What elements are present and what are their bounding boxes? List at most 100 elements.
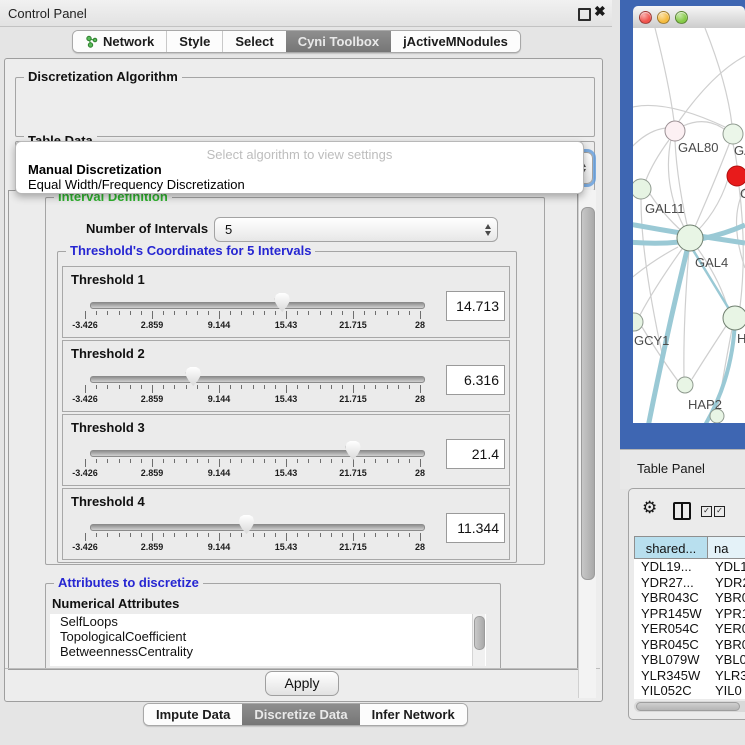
close-icon[interactable]: ✖ xyxy=(594,3,606,20)
table-cell[interactable]: YER054C xyxy=(634,621,708,637)
network-node[interactable] xyxy=(677,377,693,393)
float-window-icon[interactable] xyxy=(578,8,591,21)
network-node[interactable] xyxy=(723,306,745,330)
checkbox-icon[interactable]: ✓ xyxy=(701,506,712,517)
tick-mark xyxy=(163,533,164,537)
table-cell[interactable]: YLR3 xyxy=(708,668,745,684)
network-node[interactable] xyxy=(633,179,651,199)
table-cell[interactable]: YIL0 xyxy=(708,683,745,699)
tick-mark xyxy=(119,533,120,537)
table-row[interactable]: YER054CYER0 xyxy=(634,621,745,637)
tab-impute-data[interactable]: Impute Data xyxy=(144,704,242,725)
scrollbar-thumb[interactable] xyxy=(581,207,595,580)
network-node[interactable] xyxy=(677,225,703,251)
network-edge[interactable] xyxy=(705,28,732,125)
table-horizontal-scrollbar[interactable] xyxy=(634,701,745,712)
tick-mark xyxy=(208,533,209,537)
slider-track[interactable] xyxy=(90,302,425,309)
network-node[interactable] xyxy=(723,124,743,144)
list-item[interactable]: SelfLoops xyxy=(50,614,486,629)
attributes-scrollbar[interactable] xyxy=(472,614,485,666)
table-row[interactable]: YLR345WYLR3 xyxy=(634,668,745,684)
table-cell[interactable]: YBR0 xyxy=(708,590,745,606)
minimize-light[interactable] xyxy=(657,11,670,24)
table-cell[interactable]: YBR0 xyxy=(708,637,745,653)
table-cell[interactable]: YLR345W xyxy=(634,668,708,684)
table-cell[interactable]: YIL052C xyxy=(634,683,708,699)
network-edge[interactable] xyxy=(683,122,724,129)
table-row[interactable]: YBR045CYBR0 xyxy=(634,637,745,653)
table-cell[interactable]: YDR27... xyxy=(634,575,708,591)
scrollbar-thumb[interactable] xyxy=(636,702,740,711)
network-canvas[interactable]: GAL80GACGAL11GAL4GCY1HHAP2 xyxy=(633,28,745,423)
network-edge[interactable] xyxy=(692,326,726,379)
slider-thumb[interactable] xyxy=(275,293,290,312)
table-row[interactable]: YBR043CYBR0 xyxy=(634,590,745,606)
table-row[interactable]: YPR145WYPR1 xyxy=(634,606,745,622)
apply-button[interactable]: Apply xyxy=(265,671,339,696)
tab-infer-network[interactable]: Infer Network xyxy=(360,704,467,725)
table-cell[interactable]: YPR1 xyxy=(708,606,745,622)
close-light[interactable] xyxy=(639,11,652,24)
table-cell[interactable]: YPR145W xyxy=(634,606,708,622)
table-row[interactable]: YBL079WYBL0 xyxy=(634,652,745,668)
tab-cyni-toolbox[interactable]: Cyni Toolbox xyxy=(286,31,391,52)
tab-discretize-data[interactable]: Discretize Data xyxy=(242,704,359,725)
table-cell[interactable]: YBL0 xyxy=(708,652,745,668)
gear-icon[interactable]: ⚙ xyxy=(642,498,657,518)
network-edge[interactable] xyxy=(646,140,669,180)
menu-item-manual-discretization[interactable]: Manual Discretization xyxy=(28,162,162,177)
threshold-value-field[interactable]: 21.4 xyxy=(446,439,505,469)
scrollbar-thumb[interactable] xyxy=(474,616,485,650)
tab-network[interactable]: Network xyxy=(73,31,166,52)
menu-item-equal-width-frequency[interactable]: Equal Width/Frequency Discretization xyxy=(28,177,245,192)
panel-vertical-scrollbar[interactable] xyxy=(578,190,596,698)
slider-thumb[interactable] xyxy=(239,515,254,534)
list-item[interactable]: TopologicalCoefficient xyxy=(50,629,486,644)
threshold-value-field[interactable]: 6.316 xyxy=(446,365,505,395)
table-cell[interactable]: YBR045C xyxy=(634,637,708,653)
column-header-name[interactable]: na xyxy=(708,536,745,559)
table-row[interactable]: YDL19...YDL1 xyxy=(634,559,745,575)
tab-select[interactable]: Select xyxy=(222,31,285,52)
tick-label: 9.144 xyxy=(197,320,241,330)
list-item[interactable]: BetweennessCentrality xyxy=(50,644,486,659)
network-node[interactable] xyxy=(727,166,745,186)
number-of-intervals-combobox[interactable]: 5 xyxy=(214,217,498,242)
network-node[interactable] xyxy=(633,313,643,331)
tick-mark xyxy=(197,311,198,315)
table-row[interactable]: YDR27...YDR2 xyxy=(634,575,745,591)
network-edge[interactable] xyxy=(633,128,666,150)
tab-jactivemnodules[interactable]: jActiveMNodules xyxy=(391,31,520,52)
tab-style[interactable]: Style xyxy=(166,31,222,52)
network-edge[interactable] xyxy=(679,56,745,121)
column-header-shared[interactable]: shared... xyxy=(634,536,708,559)
slider-track[interactable] xyxy=(90,524,425,531)
network-node[interactable] xyxy=(665,121,685,141)
table-cell[interactable]: YBR043C xyxy=(634,590,708,606)
network-edge[interactable] xyxy=(642,238,690,423)
tick-label: 15.43 xyxy=(264,320,308,330)
tick-mark xyxy=(320,311,321,315)
table-cell[interactable]: YDL1 xyxy=(708,559,745,575)
tick-mark xyxy=(130,533,131,537)
table-row[interactable]: YIL052CYIL0 xyxy=(634,683,745,699)
slider-track[interactable] xyxy=(90,450,425,457)
zoom-light[interactable] xyxy=(675,11,688,24)
columns-icon[interactable] xyxy=(673,502,691,520)
slider-thumb[interactable] xyxy=(346,441,361,460)
slider-thumb[interactable] xyxy=(186,367,201,386)
network-window-titlebar[interactable] xyxy=(633,6,745,29)
numerical-attributes-list[interactable]: SelfLoopsTopologicalCoefficientBetweenne… xyxy=(50,614,486,666)
table-cell[interactable]: YBL079W xyxy=(634,652,708,668)
tick-mark xyxy=(141,385,142,389)
tick-mark xyxy=(96,311,97,315)
table-cell[interactable]: YDL19... xyxy=(634,559,708,575)
table-cell[interactable]: YER0 xyxy=(708,621,745,637)
threshold-value-field[interactable]: 11.344 xyxy=(446,513,505,543)
threshold-value-field[interactable]: 14.713 xyxy=(446,291,505,321)
tick-mark xyxy=(375,385,376,389)
table-cell[interactable]: YDR2 xyxy=(708,575,745,591)
slider-track[interactable] xyxy=(90,376,425,383)
checkbox-icon[interactable]: ✓ xyxy=(714,506,725,517)
